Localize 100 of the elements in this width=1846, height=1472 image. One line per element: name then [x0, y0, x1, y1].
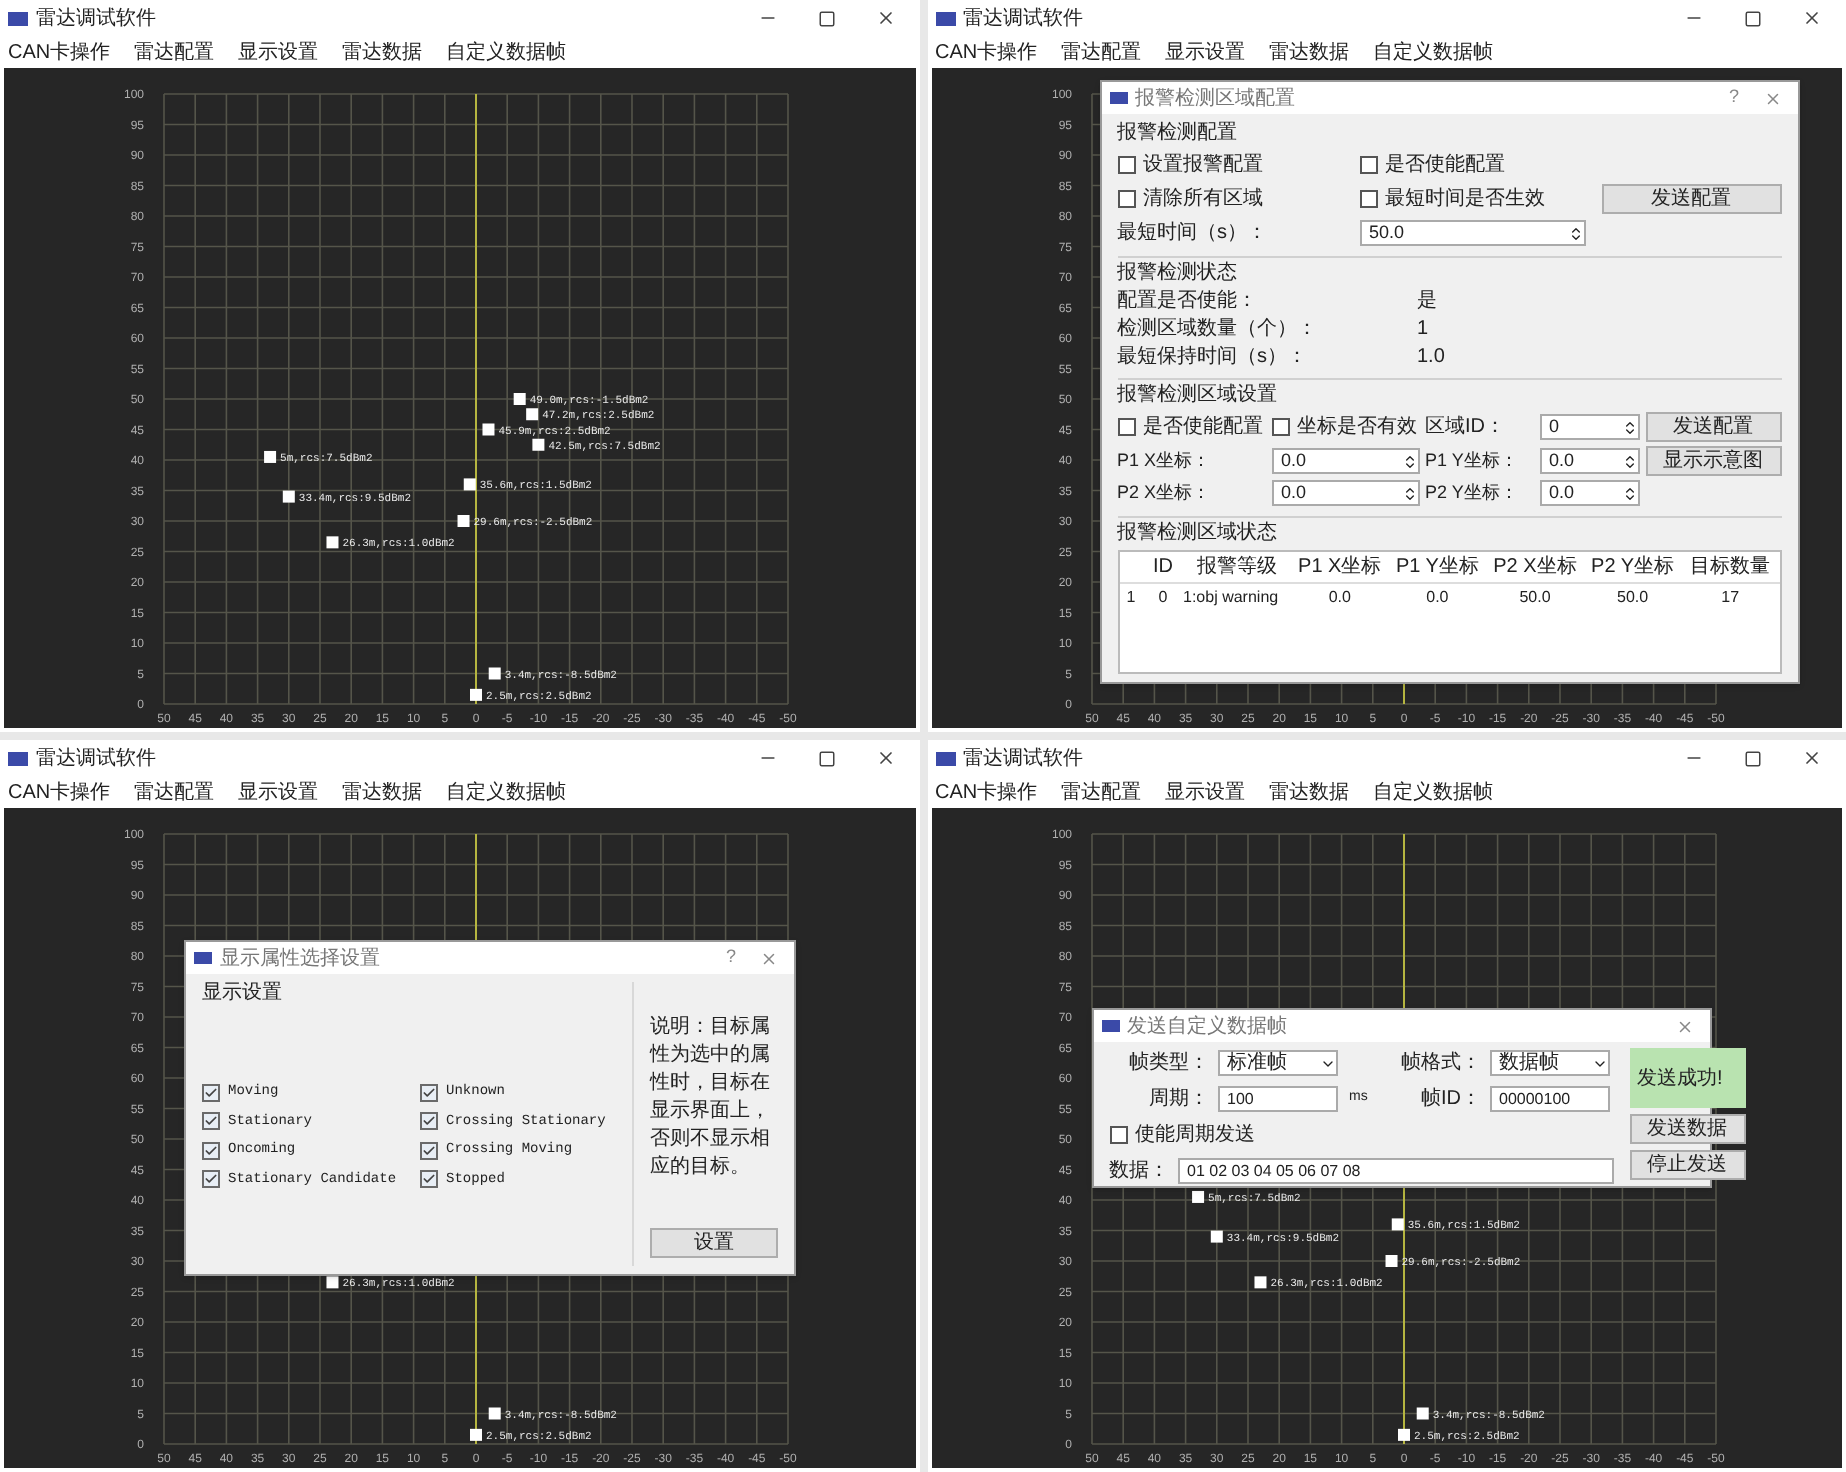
- help-button[interactable]: ?: [709, 944, 752, 972]
- help-button[interactable]: ?: [1712, 84, 1755, 112]
- field-label: 帧格式：: [1399, 1049, 1481, 1078]
- spin-box[interactable]: 50.0: [1359, 220, 1585, 246]
- menu-item[interactable]: 显示设置: [238, 37, 319, 67]
- checkbox[interactable]: [1271, 418, 1289, 436]
- field-label: 周期：: [1147, 1085, 1209, 1114]
- checkbox-label: 坐标是否有效: [1297, 413, 1417, 442]
- menu-item[interactable]: 雷达数据: [342, 37, 423, 67]
- menu-item[interactable]: 雷达数据: [1269, 37, 1350, 67]
- menu-item[interactable]: CAN卡操作: [935, 37, 1038, 67]
- input-field[interactable]: 01 02 03 04 05 06 07 08: [1177, 1158, 1613, 1184]
- checkbox[interactable]: [202, 1083, 220, 1102]
- column-header: ID: [1151, 553, 1175, 581]
- target-marker: [326, 536, 339, 549]
- target-marker: [532, 438, 545, 451]
- app-icon: [935, 751, 955, 765]
- column-header: 目标数量: [1688, 553, 1773, 581]
- dialog-button[interactable]: 停止发送: [1629, 1150, 1745, 1180]
- dialog-button[interactable]: 发送配置: [1645, 412, 1781, 442]
- menu-item[interactable]: 显示设置: [1165, 37, 1246, 67]
- input-field[interactable]: 100: [1217, 1086, 1337, 1112]
- checkbox[interactable]: [1359, 190, 1377, 208]
- close-icon[interactable]: [875, 8, 895, 28]
- close-icon[interactable]: [875, 748, 895, 768]
- checkbox[interactable]: [420, 1083, 439, 1102]
- column-header: P1 X坐标: [1296, 553, 1384, 581]
- target-marker: [470, 1428, 482, 1441]
- menu-item[interactable]: CAN卡操作: [8, 777, 111, 807]
- window-title: 雷达调试软件: [36, 5, 158, 33]
- menu-item[interactable]: 自定义数据帧: [1373, 777, 1494, 807]
- menu-item[interactable]: 自定义数据帧: [446, 777, 567, 807]
- spin-box[interactable]: 0.0: [1539, 480, 1639, 507]
- menu-item[interactable]: 显示设置: [238, 777, 319, 807]
- spin-arrows-icon: [1401, 485, 1417, 502]
- section-heading: 显示设置: [202, 982, 284, 1006]
- menu-item[interactable]: 雷达配置: [134, 37, 215, 67]
- column-header: P1 Y坐标: [1393, 553, 1481, 581]
- checkbox[interactable]: [202, 1170, 220, 1189]
- table-cell-text: 0: [1156, 585, 1170, 609]
- dropdown[interactable]: 数据帧: [1489, 1050, 1609, 1076]
- dialog-title: 发送自定义数据帧: [1127, 1013, 1289, 1041]
- menu-item[interactable]: 自定义数据帧: [446, 37, 567, 67]
- checkbox-label: 使能周期发送: [1135, 1121, 1255, 1150]
- dropdown[interactable]: 标准帧: [1217, 1050, 1337, 1076]
- target-marker: [457, 515, 470, 527]
- section-heading: 报警检测区域状态: [1117, 521, 1279, 545]
- maximize-icon[interactable]: [1744, 749, 1762, 767]
- menu-item[interactable]: 雷达配置: [134, 777, 215, 807]
- app-icon: [8, 751, 28, 765]
- menu-item[interactable]: 雷达配置: [1061, 777, 1142, 807]
- menu-item[interactable]: 雷达数据: [1269, 777, 1350, 807]
- dialog-button[interactable]: 发送配置: [1601, 184, 1781, 214]
- window-title: 雷达调试软件: [36, 745, 158, 773]
- maximize-icon[interactable]: [817, 749, 835, 767]
- status-label: 配置是否使能：: [1117, 290, 1259, 314]
- target-marker: [1390, 1218, 1403, 1231]
- menu-item[interactable]: CAN卡操作: [935, 777, 1038, 807]
- close-icon[interactable]: [1802, 8, 1822, 28]
- section-heading: 报警检测配置: [1117, 122, 1239, 146]
- menu-item[interactable]: CAN卡操作: [8, 37, 111, 67]
- checkbox[interactable]: [202, 1141, 220, 1160]
- checkbox[interactable]: [1117, 156, 1135, 174]
- checkbox[interactable]: [1117, 190, 1135, 208]
- dialog-button[interactable]: 显示示意图: [1645, 446, 1781, 476]
- checkbox[interactable]: [1117, 418, 1135, 436]
- target-marker: [463, 478, 476, 491]
- status-label: 检测区域数量（个）：: [1117, 318, 1319, 342]
- maximize-icon[interactable]: [1744, 9, 1762, 27]
- table-cell-text: 1:obj warning: [1183, 585, 1281, 609]
- spin-box[interactable]: 0.0: [1271, 480, 1419, 507]
- spin-box[interactable]: 0.0: [1539, 448, 1639, 474]
- target-marker: [526, 408, 539, 421]
- checkbox[interactable]: [420, 1141, 439, 1160]
- input-field[interactable]: 00000100: [1489, 1086, 1609, 1112]
- checkbox[interactable]: [202, 1112, 220, 1131]
- checkbox[interactable]: [420, 1170, 439, 1189]
- menu-item[interactable]: 自定义数据帧: [1373, 37, 1494, 67]
- section-heading: 报警检测状态: [1117, 262, 1239, 286]
- column-header: P2 Y坐标: [1589, 553, 1677, 581]
- spin-box[interactable]: 0.0: [1271, 448, 1419, 474]
- spin-arrows-icon: [1621, 419, 1637, 435]
- menu-item[interactable]: 雷达数据: [342, 777, 423, 807]
- checkbox[interactable]: [420, 1112, 439, 1131]
- section-heading: 报警检测区域设置: [1117, 384, 1279, 408]
- checkbox-label: 是否使能配置: [1385, 151, 1505, 180]
- menu-item[interactable]: 雷达配置: [1061, 37, 1142, 67]
- description-text: 说明：目标属性为选中的属性时，目标在显示界面上，否则不显示相应的目标。: [650, 1014, 772, 1182]
- table-cell-text: 0.0: [1326, 585, 1353, 609]
- checkbox[interactable]: [1359, 156, 1377, 174]
- spin-box[interactable]: 0: [1539, 414, 1639, 440]
- dialog-button[interactable]: 设置: [650, 1228, 778, 1258]
- close-icon[interactable]: [1802, 748, 1822, 768]
- menu-item[interactable]: 显示设置: [1165, 777, 1246, 807]
- window-title: 雷达调试软件: [963, 5, 1085, 33]
- app-icon: [194, 952, 212, 964]
- maximize-icon[interactable]: [817, 9, 835, 27]
- checkbox[interactable]: [1109, 1126, 1127, 1144]
- field-label: 数据：: [1109, 1158, 1169, 1186]
- dialog-button[interactable]: 发送数据: [1629, 1114, 1745, 1144]
